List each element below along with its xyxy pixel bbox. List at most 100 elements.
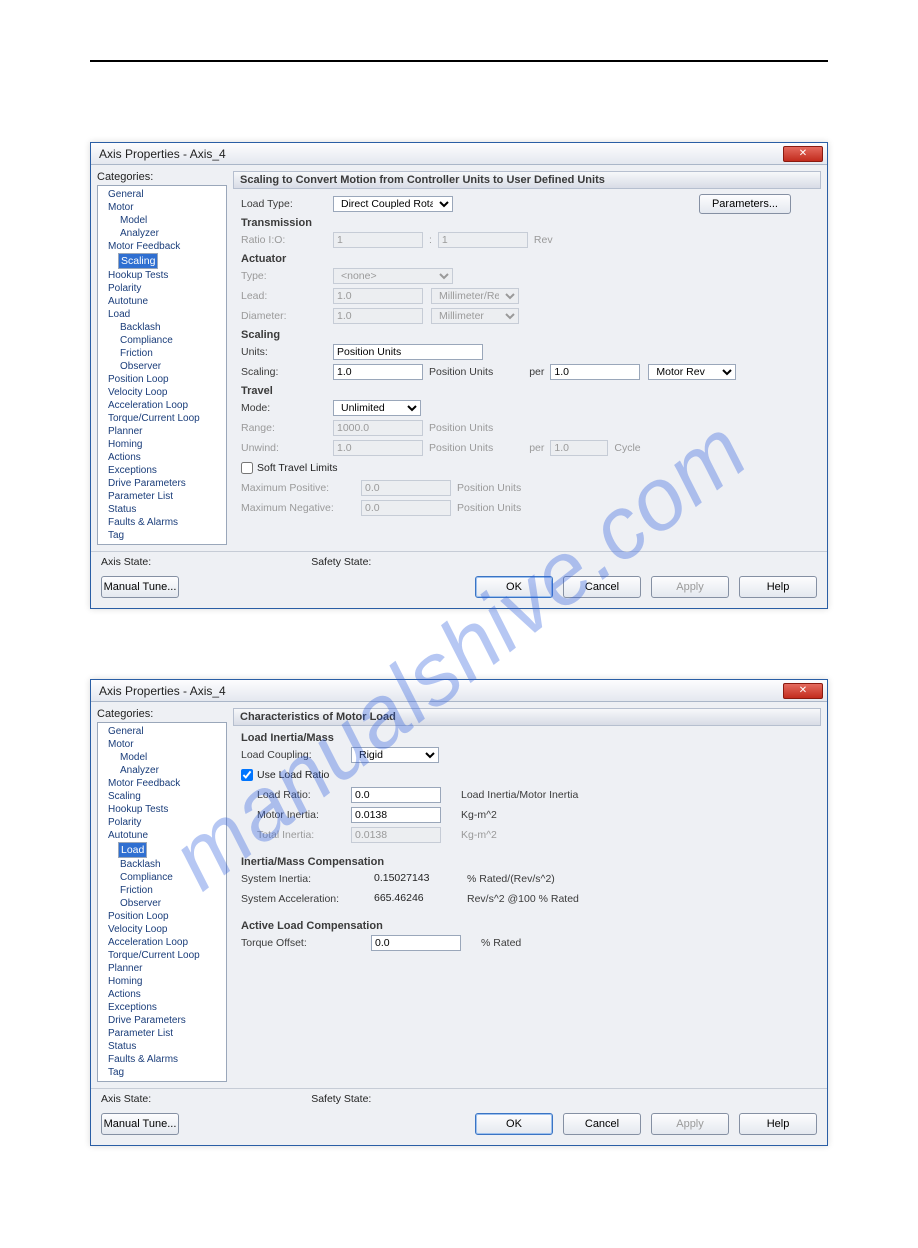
tree-node-model[interactable]: Model [100, 751, 224, 764]
lead-unit-select: Millimeter/Rev [431, 288, 519, 304]
sys-accel-unit: Rev/s^2 @100 % Rated [467, 893, 579, 905]
tree-node-tag[interactable]: Tag [100, 1066, 224, 1079]
tree-node-motor[interactable]: Motor [100, 738, 224, 751]
tree-node-scaling[interactable]: Scaling [118, 253, 158, 269]
tree-node-tag[interactable]: Tag [100, 529, 224, 542]
actuator-type-select: <none> [333, 268, 453, 284]
category-tree[interactable]: GeneralMotorModelAnalyzerMotor FeedbackS… [97, 722, 227, 1082]
use-load-ratio-checkbox[interactable] [241, 769, 253, 781]
manual-tune-button[interactable]: Manual Tune... [101, 576, 179, 598]
close-icon[interactable]: ✕ [783, 146, 823, 162]
tree-node-analyzer[interactable]: Analyzer [100, 227, 224, 240]
tree-node-motor-feedback[interactable]: Motor Feedback [100, 777, 224, 790]
tree-node-parameter-list[interactable]: Parameter List [100, 490, 224, 503]
tree-node-faults-alarms[interactable]: Faults & Alarms [100, 516, 224, 529]
tree-node-model[interactable]: Model [100, 214, 224, 227]
motor-inertia-unit: Kg-m^2 [461, 809, 497, 821]
tree-node-compliance[interactable]: Compliance [100, 871, 224, 884]
unwind-label: Unwind: [241, 442, 333, 454]
scaling-input[interactable] [333, 364, 423, 380]
motor-inertia-input[interactable] [351, 807, 441, 823]
tree-node-autotune[interactable]: Autotune [100, 829, 224, 842]
compensation-group: Inertia/Mass Compensation [241, 856, 821, 868]
tree-node-compliance[interactable]: Compliance [100, 334, 224, 347]
soft-limits-checkbox[interactable] [241, 462, 253, 474]
cancel-button[interactable]: Cancel [563, 576, 641, 598]
tree-node-planner[interactable]: Planner [100, 425, 224, 438]
status-row: Axis State: Safety State: [91, 551, 827, 568]
per-unit-select[interactable]: Motor Rev [648, 364, 736, 380]
mode-select[interactable]: Unlimited [333, 400, 421, 416]
tree-node-general[interactable]: General [100, 725, 224, 738]
max-neg-unit: Position Units [457, 502, 521, 514]
units-label: Units: [241, 346, 333, 358]
sys-accel-value: 665.46246 [371, 891, 461, 907]
tree-node-hookup-tests[interactable]: Hookup Tests [100, 803, 224, 816]
max-neg-label: Maximum Negative: [241, 502, 361, 514]
tree-node-load[interactable]: Load [100, 308, 224, 321]
tree-node-autotune[interactable]: Autotune [100, 295, 224, 308]
inertia-mass-group: Load Inertia/Mass [241, 732, 821, 744]
tree-node-torque-current-loop[interactable]: Torque/Current Loop [100, 949, 224, 962]
total-inertia-unit: Kg-m^2 [461, 829, 497, 841]
per-input[interactable] [550, 364, 640, 380]
category-tree[interactable]: GeneralMotorModelAnalyzerMotor FeedbackS… [97, 185, 227, 545]
coupling-select[interactable]: Rigid [351, 747, 439, 763]
max-pos-label: Maximum Positive: [241, 482, 361, 494]
max-neg-input [361, 500, 451, 516]
tree-node-motor-feedback[interactable]: Motor Feedback [100, 240, 224, 253]
lead-input [333, 288, 423, 304]
manual-tune-button[interactable]: Manual Tune... [101, 1113, 179, 1135]
load-type-select[interactable]: Direct Coupled Rotary [333, 196, 453, 212]
help-button[interactable]: Help [739, 576, 817, 598]
tree-node-load[interactable]: Load [118, 842, 147, 858]
tree-node-parameter-list[interactable]: Parameter List [100, 1027, 224, 1040]
tree-node-exceptions[interactable]: Exceptions [100, 1001, 224, 1014]
tree-node-drive-parameters[interactable]: Drive Parameters [100, 1014, 224, 1027]
tree-node-analyzer[interactable]: Analyzer [100, 764, 224, 777]
help-button[interactable]: Help [739, 1113, 817, 1135]
close-icon[interactable]: ✕ [783, 683, 823, 699]
ok-button[interactable]: OK [475, 576, 553, 598]
tree-node-torque-current-loop[interactable]: Torque/Current Loop [100, 412, 224, 425]
load-ratio-input[interactable] [351, 787, 441, 803]
tree-node-polarity[interactable]: Polarity [100, 282, 224, 295]
tree-node-backlash[interactable]: Backlash [100, 321, 224, 334]
tree-node-hookup-tests[interactable]: Hookup Tests [100, 269, 224, 282]
tree-node-backlash[interactable]: Backlash [100, 858, 224, 871]
tree-node-homing[interactable]: Homing [100, 975, 224, 988]
safety-state-label: Safety State: [311, 1093, 371, 1105]
units-input[interactable] [333, 344, 483, 360]
cancel-button[interactable]: Cancel [563, 1113, 641, 1135]
tree-node-planner[interactable]: Planner [100, 962, 224, 975]
ok-button[interactable]: OK [475, 1113, 553, 1135]
tree-node-observer[interactable]: Observer [100, 360, 224, 373]
axis-state-label: Axis State: [101, 556, 151, 568]
total-inertia-input [351, 827, 441, 843]
tree-node-scaling[interactable]: Scaling [100, 790, 224, 803]
titlebar: Axis Properties - Axis_4 ✕ [91, 680, 827, 702]
tree-node-status[interactable]: Status [100, 1040, 224, 1053]
tree-node-motor[interactable]: Motor [100, 201, 224, 214]
tree-node-general[interactable]: General [100, 188, 224, 201]
parameters-button[interactable]: Parameters... [699, 194, 791, 214]
tree-node-status[interactable]: Status [100, 503, 224, 516]
tree-node-acceleration-loop[interactable]: Acceleration Loop [100, 936, 224, 949]
tree-node-acceleration-loop[interactable]: Acceleration Loop [100, 399, 224, 412]
sys-inertia-unit: % Rated/(Rev/s^2) [467, 873, 555, 885]
tree-node-friction[interactable]: Friction [100, 884, 224, 897]
tree-node-velocity-loop[interactable]: Velocity Loop [100, 923, 224, 936]
tree-node-homing[interactable]: Homing [100, 438, 224, 451]
tree-node-faults-alarms[interactable]: Faults & Alarms [100, 1053, 224, 1066]
tree-node-observer[interactable]: Observer [100, 897, 224, 910]
tree-node-position-loop[interactable]: Position Loop [100, 373, 224, 386]
torque-offset-input[interactable] [371, 935, 461, 951]
tree-node-position-loop[interactable]: Position Loop [100, 910, 224, 923]
tree-node-actions[interactable]: Actions [100, 451, 224, 464]
tree-node-friction[interactable]: Friction [100, 347, 224, 360]
tree-node-exceptions[interactable]: Exceptions [100, 464, 224, 477]
tree-node-velocity-loop[interactable]: Velocity Loop [100, 386, 224, 399]
tree-node-polarity[interactable]: Polarity [100, 816, 224, 829]
tree-node-actions[interactable]: Actions [100, 988, 224, 1001]
tree-node-drive-parameters[interactable]: Drive Parameters [100, 477, 224, 490]
